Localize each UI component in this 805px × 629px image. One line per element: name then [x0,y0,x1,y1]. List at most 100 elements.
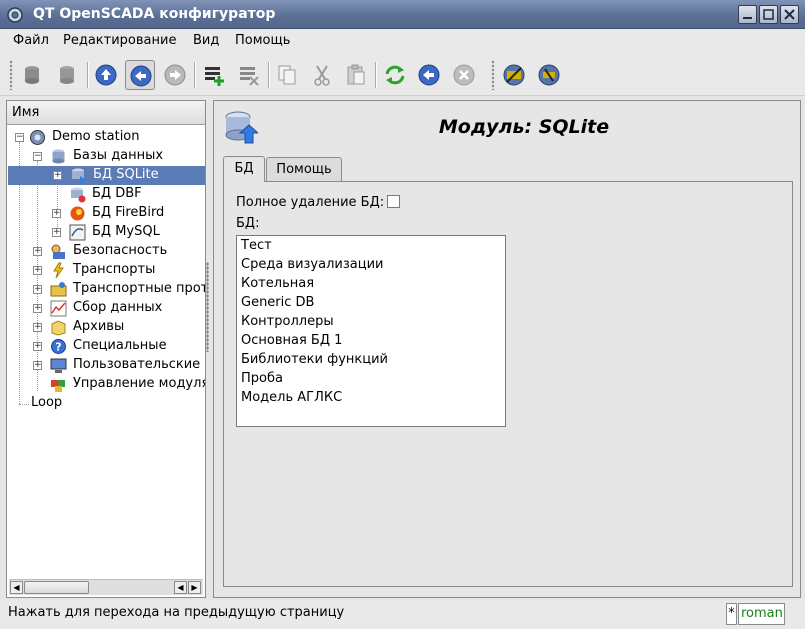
maximize-button[interactable] [759,5,778,24]
toolbar-handle[interactable] [491,60,495,90]
tab-content: Полное удаление БД: БД: Тест Среда визуа… [223,181,793,587]
archive-icon [51,320,66,336]
arrow-right-icon [164,64,186,86]
tree-item-loop[interactable]: Loop [7,394,205,413]
expand-toggle-icon[interactable]: + [33,304,42,313]
database-icon [52,149,65,164]
collapse-toggle-icon[interactable]: − [33,152,42,161]
expand-toggle-icon[interactable]: + [33,266,42,275]
toolbar-separator [194,62,196,88]
title-bar[interactable]: QT OpenSCADA конфигуратор [0,0,805,29]
stop-icon [453,64,475,86]
scroll-left-icon[interactable]: ◀ [10,581,23,594]
tree-item-label: Безопасность [73,243,168,258]
tab-help[interactable]: Помощь [266,157,342,181]
expand-toggle-icon[interactable]: + [33,342,42,351]
tree-item-data-acquisition[interactable]: + Сбор данных [7,299,205,318]
protocol-icon [50,282,67,297]
refresh-button[interactable] [380,60,410,90]
tab-db[interactable]: БД [223,156,265,182]
tree-item-dbf[interactable]: БД DBF [7,185,205,204]
expand-toggle-icon[interactable]: + [53,171,62,180]
tree-item-module-management[interactable]: Управление модуля [7,375,205,394]
panel-splitter[interactable] [206,262,209,352]
menu-file[interactable]: Файл [13,33,49,48]
tree-item-special[interactable]: + ? Специальные [7,337,205,356]
tree-item-label: Loop [31,395,63,410]
db-list[interactable]: Тест Среда визуализации Котельная Generi… [236,235,506,427]
list-item[interactable]: Библиотеки функций [241,352,388,367]
tree-horizontal-scrollbar[interactable]: ◀ ◀ ▶ [9,579,203,595]
full-delete-checkbox[interactable] [387,195,400,208]
maximize-icon [763,9,774,20]
navigation-tree[interactable]: Имя − Demo station − Базы данных + БД SQ… [6,100,206,598]
list-item[interactable]: Модель АГЛКС [241,390,342,405]
add-item-icon [205,67,224,86]
stop-button[interactable] [449,60,479,90]
list-item[interactable]: Контроллеры [241,314,334,329]
tree-item-label: БД FireBird [92,205,165,220]
current-user[interactable]: roman [738,603,785,625]
db-save-button[interactable] [52,60,82,90]
add-item-button[interactable] [199,60,229,90]
station-icon [30,130,45,145]
start-button[interactable] [414,60,444,90]
delete-item-icon [240,67,259,86]
list-item[interactable]: Основная БД 1 [241,333,342,348]
modules-icon [51,380,65,392]
arrow-left-icon [130,65,152,87]
toolbar-separator [268,62,270,88]
module-run-icon [538,64,560,86]
tree-item-sqlite[interactable]: + БД SQLite [8,166,205,185]
tree-item-security[interactable]: + Безопасность [7,242,205,261]
list-item[interactable]: Тест [241,238,272,253]
list-item[interactable]: Среда визуализации [241,257,383,272]
close-button[interactable] [780,5,799,24]
expand-toggle-icon[interactable]: + [33,361,42,370]
collapse-toggle-icon[interactable]: − [15,133,24,142]
scroll-left-icon[interactable]: ◀ [174,581,187,594]
tree-item-firebird[interactable]: + БД FireBird [7,204,205,223]
tree-item-label: Базы данных [73,148,164,163]
tree-item-demo-station[interactable]: − Demo station [7,128,205,147]
paste-button[interactable] [341,60,371,90]
menu-view[interactable]: Вид [193,33,219,48]
copy-button[interactable] [272,60,302,90]
up-button[interactable] [91,60,121,90]
tree-item-label: БД MySQL [92,224,160,239]
menu-help[interactable]: Помощь [235,33,290,48]
toolbar-handle[interactable] [9,60,13,90]
cut-button[interactable] [307,60,337,90]
expand-toggle-icon[interactable]: + [33,285,42,294]
tree-item-databases[interactable]: − Базы данных [7,147,205,166]
tree-header[interactable]: Имя [7,101,205,125]
menu-edit[interactable]: Редактирование [63,33,176,48]
expand-toggle-icon[interactable]: + [52,228,61,237]
expand-toggle-icon[interactable]: + [33,247,42,256]
back-button[interactable] [125,60,155,90]
scroll-thumb[interactable] [24,581,89,594]
help-icon: ? [51,339,66,354]
expand-toggle-icon[interactable]: + [33,323,42,332]
delete-item-button[interactable] [234,60,264,90]
forward-button[interactable] [160,60,190,90]
tree-item-label: Архивы [73,319,125,334]
dbf-icon [71,187,86,203]
tree-item-user-interfaces[interactable]: + Пользовательские [7,356,205,375]
tree-item-transports[interactable]: + Транспорты [7,261,205,280]
module-run-button[interactable] [534,60,564,90]
refresh-icon [385,65,405,85]
list-item[interactable]: Generic DB [241,295,314,310]
firebird-icon [70,206,85,221]
copy-icon [278,65,296,85]
tree-item-archives[interactable]: + Архивы [7,318,205,337]
list-item[interactable]: Проба [241,371,283,386]
expand-toggle-icon[interactable]: + [52,209,61,218]
tree-item-transport-protocols[interactable]: + Транспортные прот [7,280,205,299]
minimize-button[interactable] [738,5,757,24]
module-config-button[interactable] [499,60,529,90]
list-item[interactable]: Котельная [241,276,314,291]
db-load-button[interactable] [17,60,47,90]
scroll-right-icon[interactable]: ▶ [188,581,201,594]
tree-item-mysql[interactable]: + БД MySQL [7,223,205,242]
